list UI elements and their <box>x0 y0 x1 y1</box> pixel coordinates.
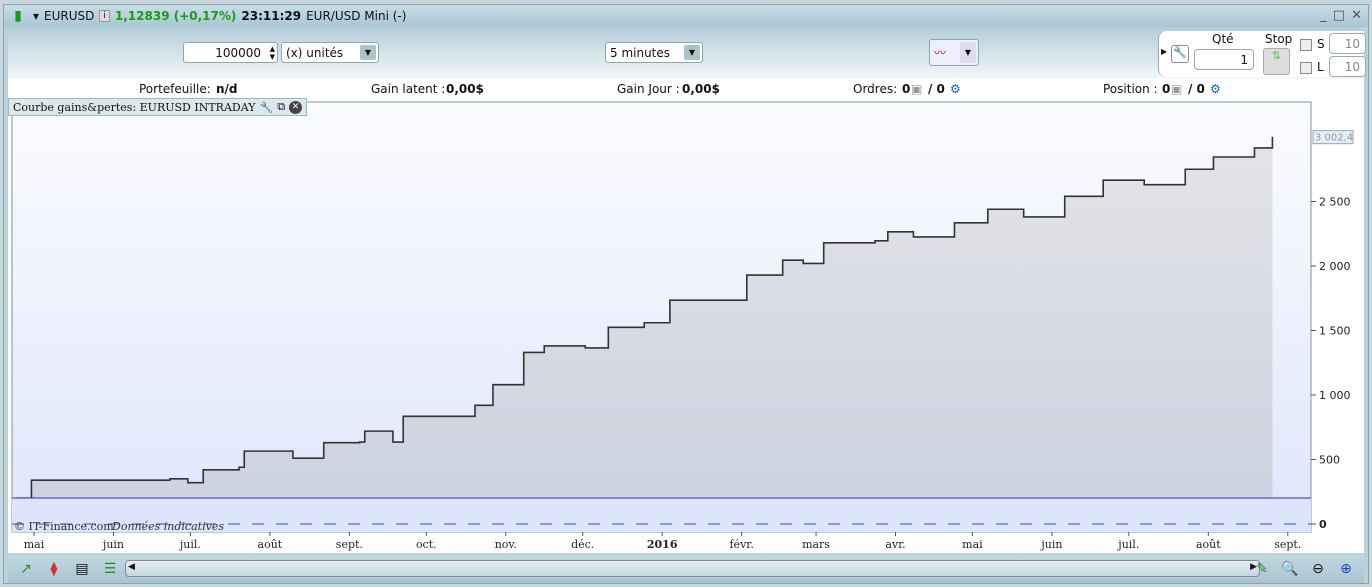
position-open: 0 <box>1162 82 1171 96</box>
gears-icon[interactable]: ⚙ <box>1210 82 1221 96</box>
chart-area[interactable]: © IT-Finance.com Données indicatives 0 500 1… <box>8 98 1364 553</box>
symbol-dropdown-icon[interactable]: ▾ <box>33 9 39 23</box>
panel-title: Courbe gains&pertes: EURUSD INTRADAY <box>13 100 256 114</box>
y-tick-label: 2 500 <box>1319 196 1351 209</box>
qte-input[interactable]: 1 <box>1194 49 1254 70</box>
latent-gain-label: Gain latent : <box>371 82 446 96</box>
y-tick-label: 2 000 <box>1319 260 1351 273</box>
title-bar: ▮ ▾ EURUSD i 1,12839 (+0,17%) 23:11:29 E… <box>4 5 1368 27</box>
x-tick-label: mai <box>24 538 45 551</box>
maximize-icon[interactable]: □ <box>1333 8 1345 23</box>
drawing-tools-icon[interactable]: ✎ <box>1252 559 1272 579</box>
x-tick-label: mars <box>802 538 830 551</box>
x-tick-label: juin <box>101 538 124 551</box>
qte-label: Qté <box>1212 32 1234 46</box>
zoom-in-icon[interactable]: ⊕ <box>1336 559 1356 579</box>
wrench-icon[interactable]: 🔧 <box>259 101 273 114</box>
timeframe-value: 5 minutes <box>610 45 671 60</box>
x-tick-label: sept. <box>1274 538 1301 551</box>
x-tick-label: sept. <box>336 538 363 551</box>
x-tick-label: juil. <box>178 538 201 551</box>
orders-label: Ordres: <box>853 82 898 96</box>
zoom-out-icon[interactable]: ⊖ <box>1308 559 1328 579</box>
horizontal-scrollbar[interactable]: ◀ ▶ <box>125 560 1260 577</box>
s-input[interactable]: 10 <box>1329 33 1366 54</box>
gears-icon[interactable]: ⚙ <box>950 82 961 96</box>
trading-window: ▮ ▾ EURUSD i 1,12839 (+0,17%) 23:11:29 E… <box>3 4 1369 584</box>
current-value-label: 3 002,4 <box>1315 133 1353 144</box>
stop-label: Stop <box>1265 32 1293 46</box>
symbol[interactable]: EURUSD <box>44 9 94 23</box>
orders-pending: 0 <box>902 82 911 96</box>
cancel-orders-icon[interactable]: ▣ <box>911 82 922 96</box>
l-checkbox[interactable] <box>1300 62 1312 74</box>
info-icon[interactable]: i <box>99 10 110 22</box>
l-label: L <box>1317 60 1324 74</box>
y-tick-label: 500 <box>1319 454 1340 467</box>
y-tick-label: 1 000 <box>1319 389 1351 402</box>
indicators-icon[interactable]: ▤ <box>72 559 92 579</box>
chevron-down-icon[interactable]: ▼ <box>360 45 376 60</box>
position-closed: / 0 <box>1188 82 1205 96</box>
time: 23:11:29 <box>241 9 302 23</box>
wrench-icon[interactable]: 🔧 <box>1171 45 1189 63</box>
instrument-name: EUR/USD Mini (-) <box>306 9 407 23</box>
bottom-toolbar: ↗ ⧫ ▤ ☰ ◀ ▶ ✎ 🔍 ⊖ ⊕ <box>8 555 1364 583</box>
chevron-down-icon[interactable]: ▼ <box>684 45 700 60</box>
x-tick-label: oct. <box>416 538 437 551</box>
account-info-bar: Portefeuille: n/d Gain latent : 0,00$ Ga… <box>8 79 1364 98</box>
candlestick-icon[interactable]: ▮ <box>8 6 28 26</box>
panel-title-bar: Courbe gains&pertes: EURUSD INTRADAY 🔧 ⧉… <box>8 98 308 116</box>
close-position-icon[interactable]: ▣ <box>1171 82 1182 96</box>
export-chart-icon[interactable]: ↗ <box>16 559 36 579</box>
s-label: S <box>1317 37 1325 51</box>
x-tick-label: févr. <box>729 538 753 551</box>
unit-value: (x) unités <box>286 45 344 60</box>
x-tick-label: déc. <box>571 538 594 551</box>
latent-gain-value: 0,00$ <box>446 82 484 96</box>
day-gain-value: 0,00$ <box>682 82 720 96</box>
close-panel-icon[interactable]: ✕ <box>289 100 303 114</box>
x-tick-label: juil. <box>1116 538 1139 551</box>
x-tick-label: août <box>1196 538 1221 551</box>
y-tick-label: 1 500 <box>1319 325 1351 338</box>
x-tick-label: avr. <box>885 538 905 551</box>
strategy-chart-icon: 〰 <box>934 46 947 60</box>
order-toolbar: 100000 ▲ ▼ (x) unités ▼ 5 minutes ▼ 〰 ▼ ▶ 🔧 Q… <box>8 27 1366 79</box>
auto-zoom-icon[interactable]: 🔍 <box>1280 559 1300 579</box>
l-input[interactable]: 10 <box>1329 56 1366 77</box>
close-icon[interactable]: ✕ <box>1351 8 1362 23</box>
chart-type-icon[interactable]: ⧫ <box>44 559 64 579</box>
quick-order-panel: ▶ 🔧 Qté 1 Stop ⇅ S 10 L 10 <box>1158 31 1366 77</box>
day-gain-label: Gain Jour : <box>617 82 680 96</box>
portfolio-label: Portefeuille: <box>139 82 211 96</box>
chevron-down-icon[interactable]: ▼ <box>960 42 976 63</box>
order-book-icon[interactable]: ☰ <box>100 559 120 579</box>
quantity-stepper[interactable]: 100000 ▲ ▼ <box>183 42 278 63</box>
quantity-value: 100000 <box>215 45 261 60</box>
minimize-icon[interactable]: _ <box>1320 8 1327 23</box>
s-checkbox[interactable] <box>1300 39 1312 51</box>
position-label: Position : <box>1103 82 1158 96</box>
disclaimer: Données indicatives <box>111 520 224 533</box>
expand-arrow-icon[interactable]: ▶ <box>1161 47 1167 56</box>
x-tick-label: août <box>258 538 283 551</box>
price: 1,12839 (+0,17%) <box>114 9 237 23</box>
stop-button[interactable]: ⇅ <box>1263 48 1290 75</box>
x-tick-label: juin <box>1039 538 1062 551</box>
orders-executed: / 0 <box>928 82 945 96</box>
detach-icon[interactable]: ⧉ <box>277 100 285 114</box>
stepper-arrows-icon[interactable]: ▲ ▼ <box>270 45 275 61</box>
x-tick-label: mai <box>962 538 983 551</box>
scroll-left-icon[interactable]: ◀ <box>128 562 135 572</box>
unit-select[interactable]: (x) unités ▼ <box>281 42 379 63</box>
portfolio-value: n/d <box>216 82 238 96</box>
timeframe-select[interactable]: 5 minutes ▼ <box>605 42 703 63</box>
y-tick-label: 0 <box>1319 518 1327 531</box>
x-tick-label: nov. <box>495 538 517 551</box>
copyright: © IT-Finance.com <box>14 520 114 533</box>
equity-chart[interactable]: © IT-Finance.comDonnées indicatives 0 500 1… <box>8 98 1364 553</box>
x-tick-label: 2016 <box>647 538 678 551</box>
strategy-button[interactable]: 〰 ▼ <box>929 39 979 66</box>
